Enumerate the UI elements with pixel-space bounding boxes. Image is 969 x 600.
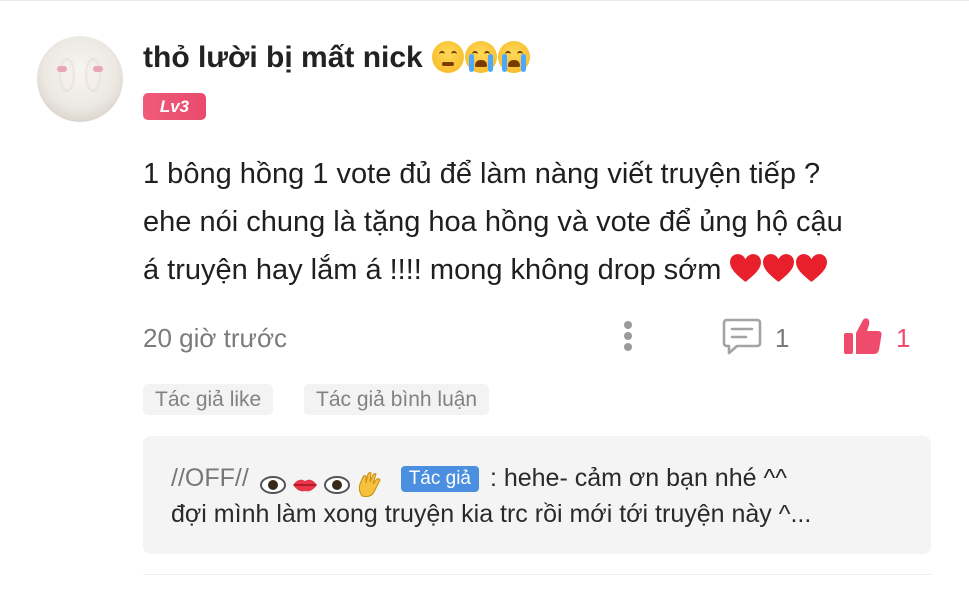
avatar-ear-left xyxy=(59,58,75,92)
confounded-face-icon xyxy=(432,41,465,73)
top-divider xyxy=(0,0,969,1)
reply-text-line2: đợi mình làm xong truyện kia trc rồi mới… xyxy=(171,500,812,528)
level-badge: Lv3 xyxy=(143,93,206,120)
like-count: 1 xyxy=(896,323,911,353)
tag-author-commented: Tác giả bình luận xyxy=(304,384,490,415)
avatar-bow-right xyxy=(93,66,103,72)
reply-count: 1 xyxy=(775,323,790,353)
reply-icon[interactable] xyxy=(721,316,763,356)
red-heart-icon xyxy=(763,254,795,282)
comment-timestamp: 20 giờ trước xyxy=(143,323,287,353)
tag-author-liked: Tác giả like xyxy=(143,384,274,415)
red-heart-icon xyxy=(796,254,828,282)
thumbs-up-icon[interactable] xyxy=(842,316,884,356)
author-reply[interactable]: //OFF// Tác giả : hehe- cảm ơn bạn nhé ^… xyxy=(143,436,931,554)
comment-body-line1: 1 bông hồng 1 vote đủ để làm nàng viết t… xyxy=(143,158,821,190)
username-text[interactable]: thỏ lười bị mất nick xyxy=(143,41,423,74)
comment-body-line3-text: á truyện hay lắm á !!!! mong không drop … xyxy=(143,254,722,286)
reply-author[interactable]: //OFF// xyxy=(171,464,249,492)
crying-face-icon xyxy=(465,41,498,73)
more-options-icon[interactable] xyxy=(622,318,634,356)
username[interactable]: thỏ lười bị mất nick xyxy=(143,38,531,78)
avatar-ear-right xyxy=(85,58,101,92)
avatar-bow-left xyxy=(57,66,67,72)
red-heart-icon xyxy=(730,254,762,282)
reply-text-line1: : hehe- cảm ơn bạn nhé ^^ xyxy=(489,464,787,492)
avatar[interactable] xyxy=(37,36,123,122)
crying-face-icon xyxy=(498,41,531,73)
comment-body: 1 bông hồng 1 vote đủ để làm nàng viết t… xyxy=(143,150,943,294)
bottom-divider xyxy=(143,574,931,575)
author-badge: Tác giả xyxy=(400,466,479,492)
comment-body-line2: ehe nói chung là tặng hoa hồng và vote đ… xyxy=(143,206,843,238)
comment-body-line3: á truyện hay lắm á !!!! mong không drop … xyxy=(143,246,943,294)
